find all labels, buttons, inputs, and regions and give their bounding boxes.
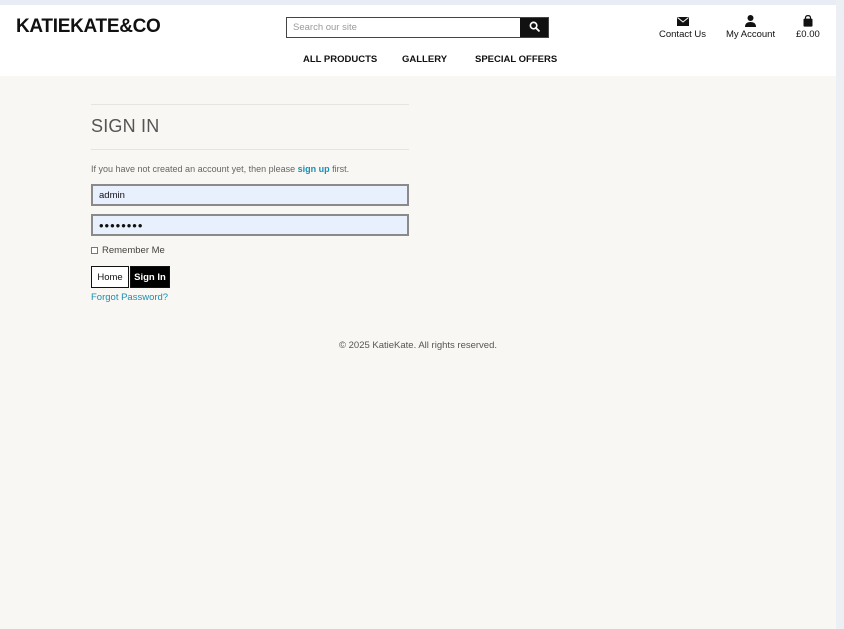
signin-section: SIGN IN If you have not created an accou… bbox=[91, 104, 409, 303]
site-header: KATIEKATE&CO Contact Us bbox=[0, 5, 836, 76]
page-scrollbar[interactable] bbox=[836, 0, 844, 629]
page-title: SIGN IN bbox=[91, 116, 160, 136]
forgot-password-link[interactable]: Forgot Password? bbox=[91, 292, 409, 303]
intro-text-before: If you have not created an account yet, … bbox=[91, 164, 298, 174]
shopping-bag-icon bbox=[803, 15, 813, 27]
contact-us-label: Contact Us bbox=[659, 29, 706, 40]
remember-me-checkbox[interactable] bbox=[91, 247, 98, 254]
my-account-label: My Account bbox=[726, 29, 776, 40]
remember-me: Remember Me bbox=[91, 245, 409, 256]
username-field[interactable] bbox=[91, 184, 409, 206]
search-bar bbox=[286, 17, 549, 38]
nav-all-products[interactable]: ALL PRODUCTS bbox=[303, 54, 377, 65]
envelope-icon bbox=[676, 15, 689, 27]
form-buttons: Home Sign In bbox=[91, 266, 409, 288]
remember-me-label: Remember Me bbox=[102, 245, 165, 256]
signup-link[interactable]: sign up bbox=[298, 164, 330, 174]
footer-copyright: © 2025 KatieKate. All rights reserved. bbox=[338, 340, 498, 351]
signin-button[interactable]: Sign In bbox=[130, 266, 170, 288]
site-logo[interactable]: KATIEKATE&CO bbox=[16, 16, 161, 38]
search-icon bbox=[529, 19, 540, 37]
contact-us-link[interactable]: Contact Us bbox=[659, 15, 706, 40]
my-account-link[interactable]: My Account bbox=[726, 15, 775, 40]
nav-gallery[interactable]: GALLERY bbox=[402, 54, 447, 65]
user-icon bbox=[745, 15, 757, 27]
intro-text-after: first. bbox=[329, 164, 350, 174]
signup-intro: If you have not created an account yet, … bbox=[91, 164, 409, 174]
nav-special-offers[interactable]: SPECIAL OFFERS bbox=[475, 54, 557, 65]
password-field[interactable] bbox=[91, 214, 409, 236]
cart-link[interactable]: £0.00 bbox=[796, 15, 820, 40]
divider-top bbox=[91, 104, 409, 105]
search-input[interactable] bbox=[287, 18, 520, 37]
divider-bottom bbox=[91, 149, 409, 150]
home-button[interactable]: Home bbox=[91, 266, 129, 288]
cart-total: £0.00 bbox=[796, 29, 820, 40]
search-button[interactable] bbox=[520, 18, 548, 37]
